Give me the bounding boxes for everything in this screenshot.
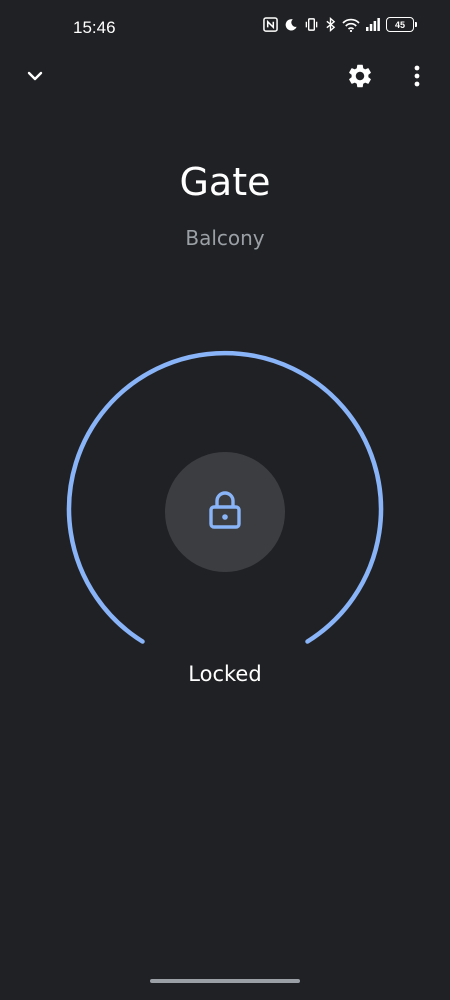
wifi-icon bbox=[342, 18, 360, 32]
status-bar: 15:46 45 bbox=[0, 0, 450, 58]
device-name: Gate bbox=[179, 160, 271, 204]
status-icons: 45 bbox=[263, 17, 417, 32]
nfc-icon bbox=[263, 17, 278, 32]
gesture-nav-handle[interactable] bbox=[150, 979, 300, 983]
chevron-down-icon bbox=[25, 66, 45, 90]
more-options-button[interactable] bbox=[397, 58, 437, 98]
bluetooth-icon bbox=[325, 17, 336, 32]
gear-icon bbox=[346, 62, 374, 94]
status-time: 15:46 bbox=[73, 18, 116, 37]
battery-level: 45 bbox=[394, 19, 405, 30]
vibrate-icon bbox=[304, 17, 319, 32]
lock-toggle-button[interactable] bbox=[165, 452, 285, 572]
cell-signal-icon bbox=[366, 18, 380, 31]
lock-icon bbox=[208, 490, 242, 534]
more-vert-icon bbox=[414, 65, 420, 91]
moon-icon bbox=[284, 18, 298, 32]
lock-status-label: Locked bbox=[188, 662, 262, 686]
device-room: Balcony bbox=[185, 226, 265, 250]
battery-icon: 45 bbox=[386, 17, 417, 32]
collapse-button[interactable] bbox=[15, 58, 55, 98]
top-app-bar bbox=[0, 58, 450, 98]
settings-button[interactable] bbox=[340, 58, 380, 98]
